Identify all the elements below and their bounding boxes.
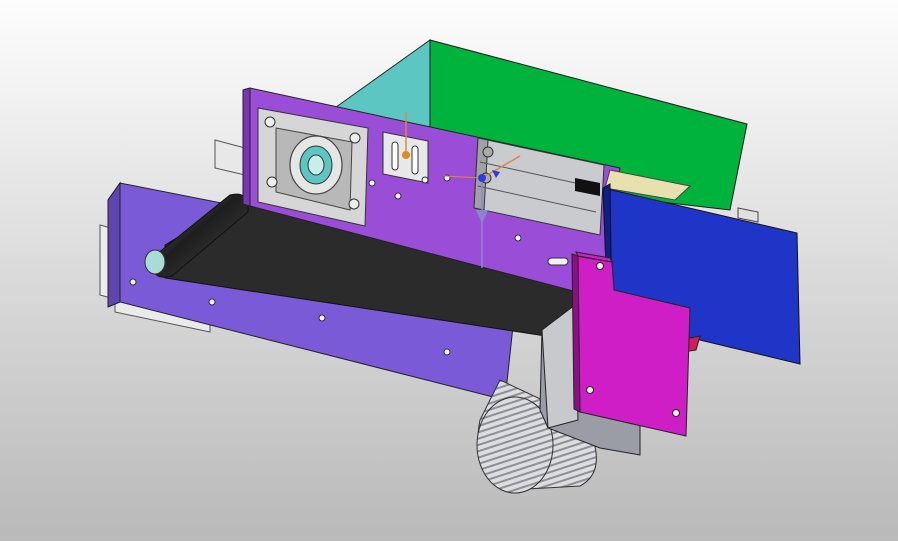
adjuster-origin: [402, 151, 410, 159]
cad-model-canvas[interactable]: [0, 0, 898, 541]
cad-viewport[interactable]: [0, 0, 898, 541]
frame-plate-upper-edge: [242, 87, 251, 207]
triad-origin[interactable]: [478, 174, 486, 182]
roller-end-cap: [144, 249, 166, 275]
frame-plate-lower-edge: [107, 181, 121, 308]
